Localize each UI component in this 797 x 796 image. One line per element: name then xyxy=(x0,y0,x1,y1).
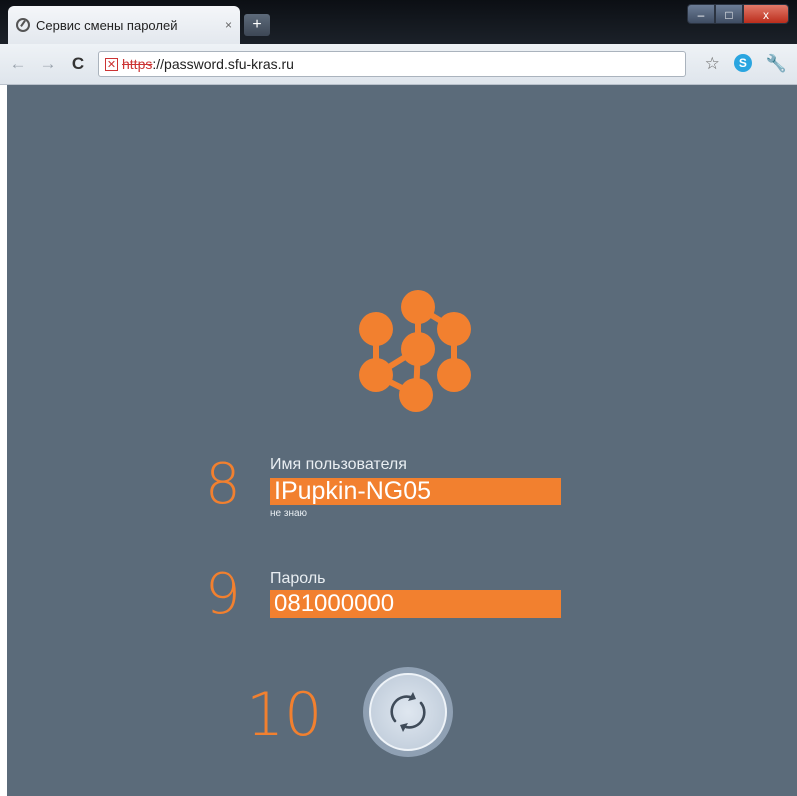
bookmark-star-icon[interactable]: ☆ xyxy=(705,54,720,74)
browser-toolbar: ← → C ✕ https ://password.sfu-kras.ru ☆ … xyxy=(0,44,797,85)
password-label: Пароль xyxy=(270,570,326,587)
change-password-button[interactable] xyxy=(363,667,453,757)
skype-icon[interactable]: S xyxy=(733,54,752,72)
username-field[interactable]: IPupkin-NG05 xyxy=(270,478,561,505)
sfu-logo-icon xyxy=(359,290,471,412)
url-host: ://password.sfu-kras.ru xyxy=(152,56,294,72)
reload-button[interactable]: C xyxy=(66,54,90,74)
refresh-button-face xyxy=(369,673,447,751)
window-controls: – □ x xyxy=(687,4,789,24)
toolbar-actions: ☆ S 🔧 xyxy=(705,54,787,74)
maximize-button[interactable]: □ xyxy=(715,4,743,24)
username-label: Имя пользователя xyxy=(270,456,407,473)
address-bar[interactable]: ✕ https ://password.sfu-kras.ru xyxy=(98,51,686,77)
tab-title: Сервис смены паролей xyxy=(36,17,178,33)
close-button[interactable]: x xyxy=(743,4,789,24)
new-tab-button[interactable]: + xyxy=(244,14,270,36)
step-number-submit: 10 xyxy=(246,680,323,750)
url-scheme: https xyxy=(122,56,153,72)
insecure-lock-icon[interactable]: ✕ xyxy=(105,57,118,71)
step-number-username: 8 xyxy=(205,452,241,517)
refresh-icon xyxy=(390,692,426,732)
globe-icon xyxy=(16,18,30,32)
tab-close-icon[interactable]: × xyxy=(225,18,232,32)
browser-window: Сервис смены паролей × + – □ x ← → C ✕ h… xyxy=(0,0,797,796)
minimize-button[interactable]: – xyxy=(687,4,715,24)
password-field[interactable]: 081000000 xyxy=(270,590,561,618)
step-number-password: 9 xyxy=(205,562,241,627)
back-button[interactable]: ← xyxy=(6,54,30,74)
tab-password-service[interactable]: Сервис смены паролей × xyxy=(8,6,240,44)
forgot-username-link[interactable]: не знаю xyxy=(270,508,307,519)
title-bar: Сервис смены паролей × + – □ x xyxy=(0,0,797,44)
wrench-icon[interactable]: 🔧 xyxy=(766,54,787,74)
forward-button[interactable]: → xyxy=(36,54,60,74)
